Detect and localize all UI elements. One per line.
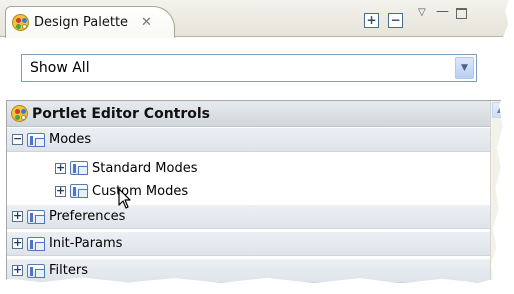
folder-icon	[27, 209, 45, 224]
tree-item-modes[interactable]: − Modes	[7, 128, 491, 152]
tree-item-label: Standard Modes	[92, 160, 198, 176]
tree-item-label: Custom Modes	[92, 183, 189, 199]
mouse-cursor-icon	[118, 188, 131, 209]
expand-toggle-icon[interactable]: +	[55, 185, 66, 197]
tree-item-preferences[interactable]: + Preferences	[7, 205, 491, 229]
filter-area: Show All ▼	[0, 38, 509, 100]
chevron-down-icon[interactable]: ▼	[455, 57, 474, 79]
collapse-toggle-icon[interactable]: −	[12, 133, 23, 145]
tree-item-label: Init-Params	[49, 236, 123, 251]
expand-toggle-icon[interactable]: +	[12, 237, 23, 249]
folder-icon	[27, 263, 45, 278]
palette-icon	[12, 14, 29, 31]
collapse-all-button[interactable]: −	[388, 13, 403, 28]
palette-tree: Portlet Editor Controls − Modes + Standa…	[6, 100, 509, 284]
view-menu-icon[interactable]: ▽	[418, 7, 426, 18]
minimize-icon[interactable]: —	[436, 4, 449, 19]
tab-label: Design Palette	[34, 15, 129, 30]
tree-item-label: Filters	[49, 263, 88, 278]
view-tab-strip: Design Palette ✕ + − ▽ —	[0, 0, 509, 38]
folder-icon	[27, 132, 45, 147]
folder-icon	[70, 161, 88, 175]
folder-icon	[70, 184, 88, 198]
filter-selected-value: Show All	[30, 60, 90, 76]
close-icon[interactable]: ✕	[141, 15, 152, 30]
expand-all-button[interactable]: +	[364, 13, 379, 28]
drawer-header[interactable]: Portlet Editor Controls	[7, 101, 491, 127]
screenshot-stage: Design Palette ✕ + − ▽ — Show All ▼ Port…	[0, 0, 514, 294]
tab-design-palette[interactable]: Design Palette ✕	[5, 6, 175, 38]
folder-icon	[27, 236, 45, 251]
scroll-up-icon[interactable]: ▲	[492, 102, 508, 118]
expand-toggle-icon[interactable]: +	[55, 162, 66, 174]
tree-item-standard-modes[interactable]: + Standard Modes	[7, 156, 491, 180]
tree-item-label: Preferences	[49, 209, 126, 224]
tree-item-init-params[interactable]: + Init-Params	[7, 232, 491, 256]
design-palette-view: Design Palette ✕ + − ▽ — Show All ▼ Port…	[0, 0, 509, 284]
tree-item-custom-modes[interactable]: + Custom Modes	[7, 179, 491, 203]
tree-item-label: Modes	[49, 132, 92, 147]
expand-toggle-icon[interactable]: +	[12, 210, 23, 222]
filter-select[interactable]: Show All ▼	[21, 54, 477, 82]
palette-icon	[11, 105, 28, 122]
vertical-scrollbar[interactable]: ▲	[490, 101, 509, 284]
drawer-title: Portlet Editor Controls	[32, 105, 211, 122]
maximize-icon[interactable]	[456, 8, 467, 19]
expand-toggle-icon[interactable]: +	[12, 264, 23, 276]
tree-item-filters[interactable]: + Filters	[7, 259, 491, 283]
